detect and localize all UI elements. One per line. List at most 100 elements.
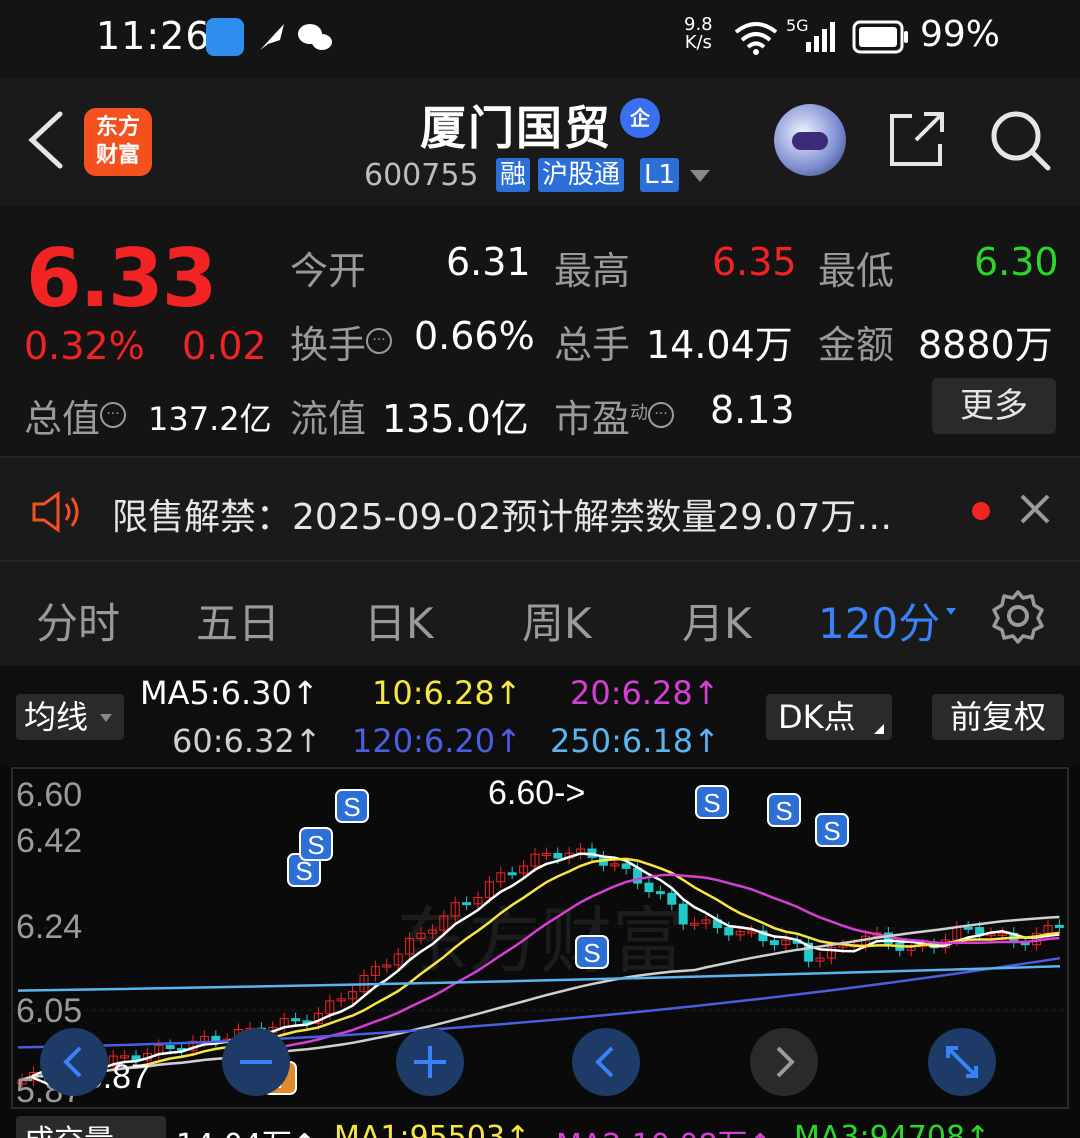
low-value: 6.30 xyxy=(974,240,1059,284)
turnover-label: 换手 ··· xyxy=(290,314,393,369)
info-icon: ··· xyxy=(100,402,127,429)
status-time: 11:26 xyxy=(96,14,211,58)
wechat-icon xyxy=(298,24,332,50)
plus-button[interactable] xyxy=(396,1028,464,1096)
y-label-4: 6.05 xyxy=(16,992,82,1030)
notice-text: 限售解禁：2025-09-02预计解禁数量29.07万… xyxy=(112,497,893,538)
svg-text:S: S xyxy=(823,816,840,846)
speaker-icon xyxy=(32,491,79,533)
pe-label: 市盈动 ··· xyxy=(554,388,675,443)
enterprise-badge: 企 xyxy=(620,98,660,138)
pe-value: 8.13 xyxy=(710,388,795,432)
volume-selector[interactable]: 成交量 xyxy=(16,1116,166,1138)
tab-weekly-k[interactable]: 周K xyxy=(522,590,592,651)
minus-button[interactable] xyxy=(222,1028,290,1096)
unlock-notice[interactable]: 限售解禁：2025-09-02预计解禁数量29.07万… xyxy=(0,456,1080,562)
sell-signal-marker: S xyxy=(767,793,801,827)
candle-body xyxy=(1054,924,1064,928)
back-button[interactable] xyxy=(24,108,68,172)
ma250-value: 250:6.18↑ xyxy=(550,722,720,760)
ma120-value: 120:6.20↑ xyxy=(352,722,522,760)
scroll-left-button[interactable] xyxy=(572,1028,640,1096)
tab-dropdown-icon[interactable] xyxy=(946,608,956,615)
candle-body xyxy=(667,892,677,905)
feather-app-icon xyxy=(260,24,284,50)
float-cap-label: 流值 xyxy=(290,397,367,441)
more-button[interactable]: 更多 xyxy=(932,378,1056,434)
tag-level1: L1 xyxy=(640,158,680,192)
sell-signal-marker: S xyxy=(575,935,609,969)
amount-value: 8880万 xyxy=(918,323,1053,367)
info-icon: ··· xyxy=(648,402,675,429)
high-label: 最高 xyxy=(554,249,631,293)
candle-body xyxy=(655,891,665,895)
browser-app-icon xyxy=(206,18,244,56)
svg-text:S: S xyxy=(343,792,360,822)
svg-text:S: S xyxy=(583,938,600,968)
candle-body xyxy=(553,853,563,859)
tag-hk-connect: 沪股通 xyxy=(538,158,625,192)
ma5-value: MA5:6.30↑ xyxy=(140,674,319,712)
last-price: 6.33 xyxy=(26,232,217,325)
open-label: 今开 xyxy=(290,249,367,293)
y-label-3: 6.24 xyxy=(16,908,82,946)
stock-code: 600755 xyxy=(364,158,479,193)
turnover-value: 0.66% xyxy=(414,314,535,358)
sell-signal-marker: S xyxy=(695,785,729,819)
unread-dot xyxy=(972,502,990,520)
dk-corner-icon xyxy=(874,724,884,734)
candle-body xyxy=(644,882,654,893)
share-icon[interactable] xyxy=(886,108,948,170)
candle-body xyxy=(963,926,973,930)
ma10-value: 10:6.28↑ xyxy=(372,674,522,712)
svg-text:S: S xyxy=(775,796,792,826)
change-amount: 0.02 xyxy=(182,324,267,368)
zoom-out-button[interactable] xyxy=(40,1028,108,1096)
sell-signal-marker: S xyxy=(299,827,333,861)
gear-icon[interactable] xyxy=(990,588,1046,644)
change-percent: 0.32% xyxy=(24,324,145,368)
stock-name: 厦门国贸 xyxy=(420,101,612,155)
status-bar: 11:26 9.8 K/s 5G 99% xyxy=(0,0,1080,78)
candle-body xyxy=(724,927,734,936)
tab-intraday[interactable]: 分时 xyxy=(36,590,120,651)
ai-assistant-avatar[interactable] xyxy=(774,104,846,176)
candle-body xyxy=(507,872,517,876)
search-icon[interactable] xyxy=(988,108,1052,172)
candle-body xyxy=(211,1035,221,1042)
stock-header: 东方 财富 厦门国贸 企 600755 融 沪股通 L1 xyxy=(0,78,1080,206)
ma60-value: 60:6.32↑ xyxy=(172,722,322,760)
info-icon: ··· xyxy=(366,328,393,355)
candle-body xyxy=(165,1045,175,1050)
fullscreen-button[interactable] xyxy=(928,1028,996,1096)
volume-legend: 成交量 14.04万↑ MA1:95503↑ MA2:10.08万↑ MA3:9… xyxy=(0,1112,1080,1138)
eastmoney-logo[interactable]: 东方 财富 xyxy=(84,108,152,176)
ma-selector-caret-icon xyxy=(100,714,112,722)
tab-daily-k[interactable]: 日K xyxy=(364,590,434,651)
tab-five-day[interactable]: 五日 xyxy=(196,590,280,651)
close-icon[interactable] xyxy=(1016,490,1054,528)
candle-body xyxy=(678,903,688,925)
tag-margin: 融 xyxy=(496,158,531,192)
tab-monthly-k[interactable]: 月K xyxy=(682,590,752,651)
scroll-right-button[interactable] xyxy=(750,1028,818,1096)
adjust-mode-button[interactable]: 前复权 xyxy=(932,694,1064,740)
sell-signal-marker: S xyxy=(335,789,369,823)
kline-chart[interactable]: 东方财富 6.60 6.42 6.24 6.05 5.87 6.60-> <--… xyxy=(0,766,1080,1112)
quote-panel: 6.33 0.32% 0.02 今开 6.31 最高 6.35 最低 6.30 … xyxy=(0,206,1080,456)
ma-legend: 均线 MA5:6.30↑ 10:6.28↑ 20:6.28↑ 60:6.32↑ … xyxy=(0,666,1080,766)
tag-dropdown-icon[interactable] xyxy=(690,170,710,182)
vol-ma2: MA2:10.08万↑ xyxy=(556,1120,773,1138)
volume-value: 14.04万↑ xyxy=(176,1120,317,1138)
kline-svg[interactable]: 东方财富 6.60 6.42 6.24 6.05 5.87 6.60-> <--… xyxy=(0,766,1080,1112)
watermark-text: 东方财富 xyxy=(396,902,684,982)
mktcap-label: 总值 ··· xyxy=(24,388,127,443)
y-label-2: 6.42 xyxy=(16,822,82,860)
volume-value: 14.04万 xyxy=(646,323,793,367)
mktcap-value: 137.2亿 xyxy=(148,400,272,438)
high-annotation: 6.60-> xyxy=(488,774,585,812)
low-label: 最低 xyxy=(818,249,895,293)
tab-120min[interactable]: 120分 xyxy=(818,590,940,651)
battery-icon xyxy=(852,20,908,54)
ma20-value: 20:6.28↑ xyxy=(570,674,720,712)
